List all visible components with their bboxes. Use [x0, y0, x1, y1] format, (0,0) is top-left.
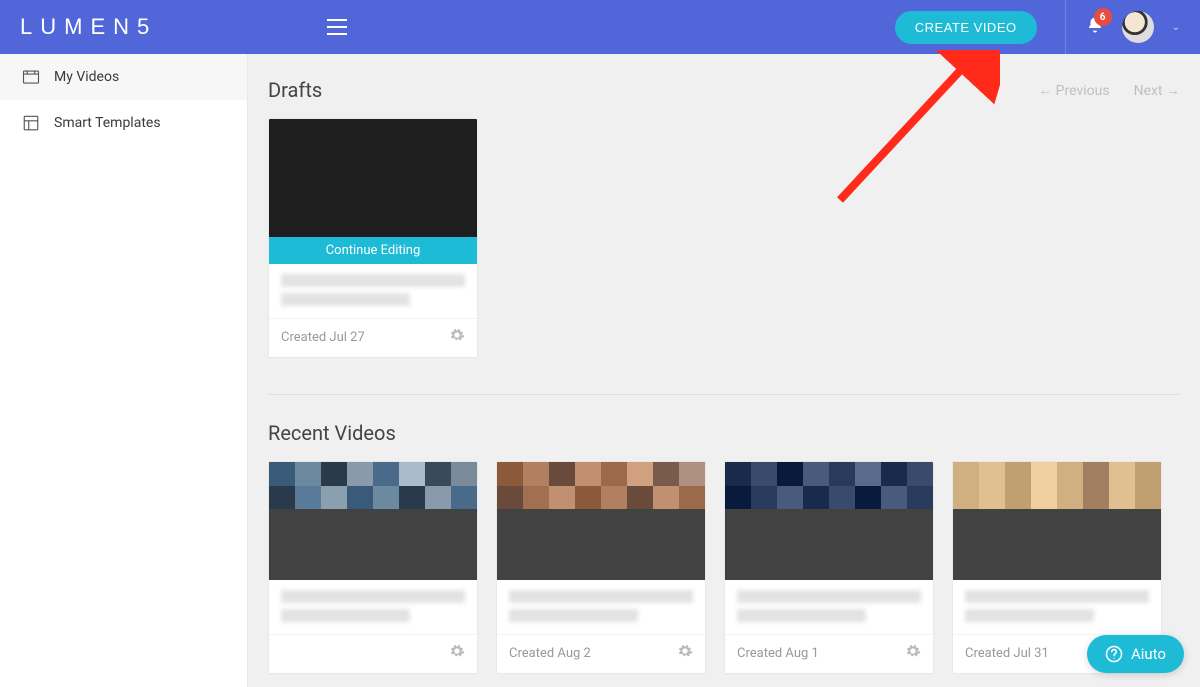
create-video-button[interactable]: CREATE VIDEO	[895, 11, 1037, 44]
recent-card[interactable]: Created Aug 2	[496, 461, 706, 674]
gear-icon[interactable]	[449, 643, 465, 663]
gear-icon[interactable]	[677, 643, 693, 663]
section-title-drafts: Drafts	[268, 78, 322, 102]
sidebar-item-label: Smart Templates	[54, 115, 161, 131]
gear-icon[interactable]	[449, 327, 465, 347]
section-title-recent: Recent Videos	[268, 421, 396, 445]
created-date: Created Jul 27	[281, 330, 365, 345]
card-body	[269, 264, 477, 318]
pager: ← Previous Next →	[1038, 82, 1180, 99]
sidebar-item-smart-templates[interactable]: Smart Templates	[0, 100, 247, 146]
video-thumbnail	[497, 462, 705, 580]
gear-icon[interactable]	[905, 643, 921, 663]
subtitle-placeholder	[281, 293, 410, 306]
video-thumbnail	[725, 462, 933, 580]
draft-thumbnail	[269, 119, 477, 237]
sidebar-item-label: My Videos	[54, 69, 119, 85]
created-date: Created Jul 31	[965, 646, 1049, 661]
pager-next[interactable]: Next →	[1134, 82, 1180, 99]
pager-previous[interactable]: ← Previous	[1038, 82, 1109, 99]
brand-logo: LUMEN5	[20, 14, 157, 40]
draft-card[interactable]: Continue Editing Created Jul 27	[268, 118, 478, 358]
sidebar-item-my-videos[interactable]: My Videos	[0, 54, 247, 100]
hamburger-menu[interactable]	[327, 19, 347, 35]
created-date: Created Aug 2	[509, 646, 591, 661]
created-date: Created Aug 1	[737, 646, 819, 661]
help-label: Aiuto	[1131, 645, 1166, 663]
recent-card[interactable]	[268, 461, 478, 674]
divider	[268, 394, 1180, 395]
chevron-down-icon[interactable]: ⌄	[1172, 22, 1180, 33]
main-content: Drafts ← Previous Next → Continue Editin…	[248, 54, 1200, 687]
template-icon	[22, 114, 40, 132]
user-avatar[interactable]	[1122, 11, 1154, 43]
title-placeholder	[281, 274, 465, 287]
topbar-right: 6 ⌄	[1065, 0, 1180, 54]
sidebar: My Videos Smart Templates	[0, 54, 248, 687]
notification-badge: 6	[1094, 8, 1112, 26]
notifications-icon[interactable]: 6	[1086, 16, 1104, 38]
help-icon	[1105, 645, 1123, 663]
recent-card[interactable]: Created Aug 1	[724, 461, 934, 674]
continue-editing-button[interactable]: Continue Editing	[269, 237, 477, 264]
video-icon	[22, 68, 40, 86]
top-bar: LUMEN5 CREATE VIDEO 6 ⌄	[0, 0, 1200, 54]
video-thumbnail	[269, 462, 477, 580]
help-button[interactable]: Aiuto	[1087, 635, 1184, 673]
video-thumbnail	[953, 462, 1161, 580]
